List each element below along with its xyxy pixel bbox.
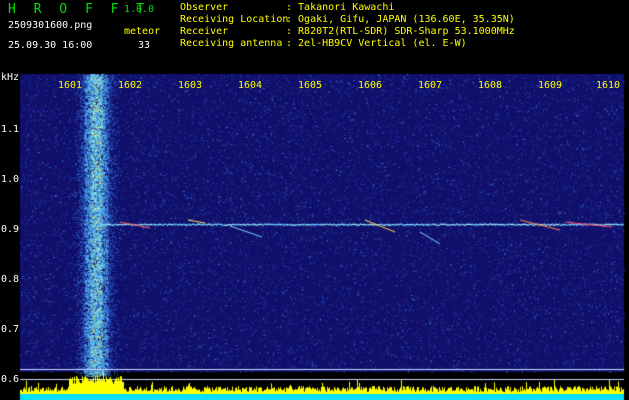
y-axis-unit: kHz [1,72,20,83]
y-tick-0-7: 0.7 [1,324,20,335]
spectrogram [0,62,629,400]
x-tick-1609: 1609 [538,80,563,91]
header-panel: H R O F F T 1.0.0 2509301600.png meteor … [0,0,629,62]
antenna-label: Receiving antenna [180,38,283,49]
receiver-label: Receiver [180,26,229,37]
y-tick-1-1: 1.1 [1,124,20,135]
observer-value: : Takanori Kawachi [286,2,395,13]
x-tick-1603: 1603 [178,80,203,91]
x-tick-1610: 1610 [596,80,621,91]
x-tick-1602: 1602 [118,80,143,91]
meteor-count: 33 [138,40,151,51]
y-tick-0-9: 0.9 [1,224,20,235]
receiver-value: : R820T2(RTL-SDR) SDR-Sharp 53.1000MHz [286,26,515,37]
meteor-label: meteor [124,26,161,37]
timestamp: 25.09.30 16:00 [8,40,93,51]
observer-label: Observer [180,2,229,13]
x-tick-1606: 1606 [358,80,383,91]
x-tick-1605: 1605 [298,80,323,91]
y-tick-1-0: 1.0 [1,174,20,185]
location-value: : Ogaki, Gifu, JAPAN (136.60E, 35.35N) [286,14,515,25]
app-version: 1.0.0 [124,4,155,15]
x-tick-1608: 1608 [478,80,503,91]
x-tick-1607: 1607 [418,80,443,91]
location-label: Receiving Location [180,14,289,25]
x-tick-1604: 1604 [238,80,263,91]
antenna-value: : 2el-HB9CV Vertical (el. E-W) [286,38,467,49]
y-tick-0-6: 0.6 [1,374,20,385]
x-tick-1601: 1601 [58,80,83,91]
file-name: 2509301600.png [8,20,93,31]
y-tick-0-8: 0.8 [1,274,20,285]
